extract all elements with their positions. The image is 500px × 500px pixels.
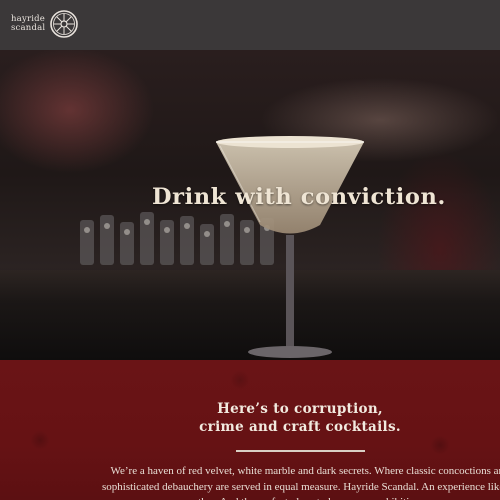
site-header: hayride scandal	[0, 0, 500, 50]
section-divider	[236, 450, 365, 452]
hero-headline: Drink with conviction.	[152, 184, 446, 210]
wagon-wheel-icon	[50, 10, 79, 38]
cocktail-glass-image	[216, 136, 364, 358]
about-body-text: We’re a haven of red velvet, white marbl…	[102, 465, 500, 500]
about-title-line-2: crime and craft cocktails.	[199, 419, 401, 435]
brand-logo[interactable]: hayride scandal	[11, 9, 79, 39]
about-title-line-1: Here’s to corruption,	[217, 401, 383, 417]
about-section: Here’s to corruption, crime and craft co…	[0, 360, 500, 500]
logo-line-2: scandal	[11, 23, 46, 33]
hero-banner: Drink with conviction.	[0, 50, 500, 360]
about-title: Here’s to corruption, crime and craft co…	[0, 400, 500, 436]
logo-wordmark: hayride scandal	[11, 15, 45, 33]
